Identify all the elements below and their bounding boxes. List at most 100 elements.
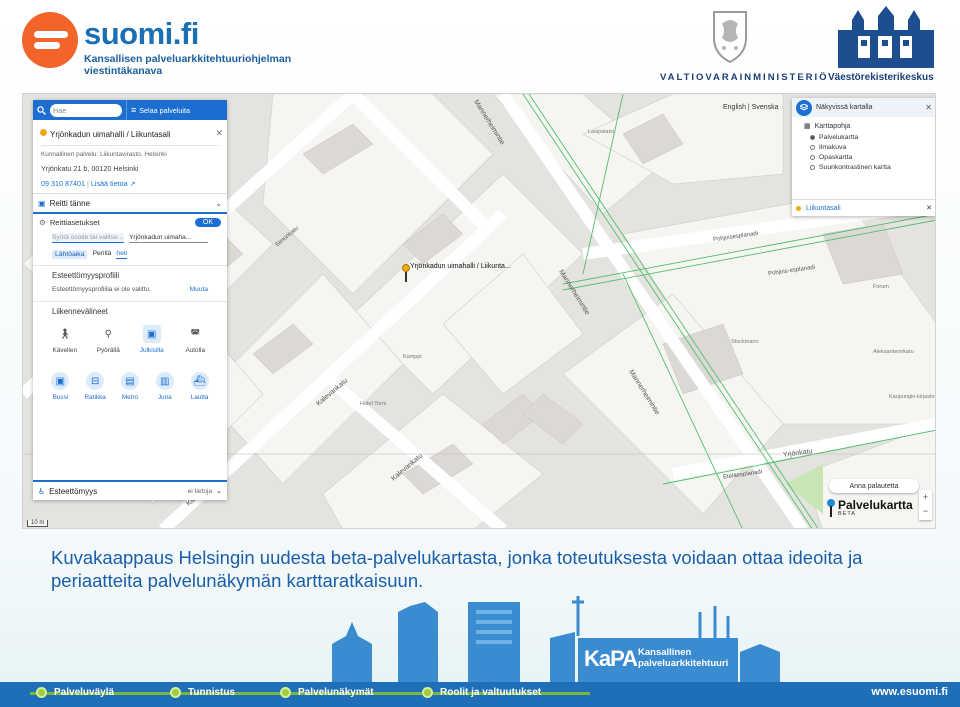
poi-card: Yrjönkadun uimahalli / Liikuntasali ✕ Ku…: [33, 120, 227, 194]
map-marker-label[interactable]: Yrjönkadun uimahalli / Liikunta...: [410, 263, 511, 270]
poi-more-info-link[interactable]: Lisää tietoa: [91, 179, 128, 188]
to-input[interactable]: Yrjönkadun uimaha...: [129, 233, 208, 243]
footer-bar: Palveluväylä Tunnistus Palvelunäkymät Ro…: [0, 682, 960, 707]
map-pin-icon: [827, 499, 835, 517]
layers-header-label: Näkyvissä kartalla: [816, 104, 873, 111]
transit-train[interactable]: ▥ Juna: [149, 372, 181, 401]
footer-dot-icon: [170, 687, 181, 698]
zoom-control: + −: [919, 490, 932, 520]
poi-title: Yrjönkadun uimahalli / Liikuntasali: [50, 130, 171, 139]
vrk-castle-icon: [838, 6, 934, 68]
feedback-button[interactable]: Anna palautetta: [829, 479, 919, 493]
walk-icon: 🚶︎: [58, 328, 72, 340]
search-icon[interactable]: [36, 105, 46, 115]
footer-item-label: Tunnistus: [188, 687, 236, 698]
ferry-icon: ⛴︎: [190, 372, 209, 390]
radio-icon: [810, 165, 815, 170]
map-icon: ▦: [804, 123, 811, 130]
transit-bus[interactable]: ▣ Bussi: [44, 372, 76, 401]
language-switcher[interactable]: English | Svenska: [723, 104, 779, 111]
slide: suomi.fi Kansallisen palveluarkkitehtuur…: [0, 0, 960, 707]
poi-marker-icon: [40, 129, 47, 136]
list-icon: ≡: [131, 105, 137, 115]
poi-address: Yrjönkatu 21 b, 00120 Helsinki: [41, 164, 139, 173]
mode-bike-label: Pyörällä: [96, 347, 120, 354]
route-inputs: Syötä osoite tai valitse... Yrjönkadun u…: [33, 231, 227, 245]
transit-train-label: Juna: [157, 394, 172, 401]
footer-item-palvelunakymat: Palvelunäkymät: [280, 687, 374, 698]
search-input[interactable]: Hae: [50, 103, 122, 117]
kapa-logo-short: KaPA: [584, 646, 638, 671]
arrival-time-option[interactable]: Perillä: [92, 250, 111, 259]
bus-icon: ▣: [142, 325, 161, 343]
accessibility-profile-row: Esteettömyysprofiilia ei ole valittu. Mu…: [33, 283, 227, 301]
close-icon[interactable]: ✕: [925, 103, 932, 112]
map-scale: 10 m: [27, 520, 49, 527]
footer-item-roolit: Roolit ja valtuutukset: [422, 687, 541, 698]
change-profile-link[interactable]: Muuta: [190, 286, 208, 293]
transport-modes: 🚶︎ Kävellen ⚲ Pyörällä ▣ Julkisilla ◚ Autoll…: [33, 319, 227, 358]
brand-name: Palvelukartta: [838, 498, 913, 512]
kapa-logo-text: Kansallinen palveluarkkitehtuuri: [638, 647, 729, 669]
slide-caption: Kuvakaappaus Helsingin uudesta beta-palv…: [51, 547, 863, 591]
active-layer-label: Liikuntasali: [806, 204, 841, 212]
place-label-aleksanterinkatu: Aleksanterinkatu: [873, 349, 914, 355]
place-label-hotel-torni: Hotel Torni: [360, 401, 387, 407]
departure-time-option[interactable]: Lähtöaika: [52, 250, 88, 259]
basemap-option-label: Ilmakuva: [819, 144, 847, 151]
zoom-in-button[interactable]: +: [919, 490, 932, 504]
place-label-lasipalatsi: Lasipalatsi: [588, 129, 614, 135]
basemap-option-label: Opaskartta: [819, 154, 853, 161]
mode-public-transport[interactable]: ▣ Julkisilla: [136, 325, 168, 354]
footer-dot-icon: [36, 687, 47, 698]
map-layers-panel: Näkyvissä kartalla ✕ ▦ Karttapohja Palve…: [792, 98, 935, 216]
basemap-heading: ▦ Karttapohja: [792, 117, 935, 132]
mode-car[interactable]: ◚ Autolla: [179, 325, 211, 355]
close-icon[interactable]: ✕: [215, 128, 223, 139]
accessibility-label: Esteettömyys: [49, 486, 98, 496]
active-layer-row[interactable]: Liikuntasali ✕: [792, 199, 935, 216]
footer-item-label: Palveluväylä: [54, 687, 115, 698]
close-icon[interactable]: ✕: [926, 204, 932, 212]
transit-tram[interactable]: ⊟ Ratikka: [79, 372, 111, 401]
from-input[interactable]: Syötä osoite tai valitse...: [52, 233, 124, 243]
route-header[interactable]: ▣ Reitti tänne ⌄: [33, 194, 227, 214]
basemap-heading-label: Karttapohja: [814, 122, 851, 130]
transit-modes: ▣ Bussi ⊟ Ratikka ▤ Metro ▥ Juna ⛴︎ Lautta: [33, 366, 227, 405]
mode-walk[interactable]: 🚶︎ Kävellen: [49, 325, 81, 355]
tram-icon: ⊟: [86, 372, 105, 390]
transit-metro[interactable]: ▤ Metro: [114, 372, 146, 401]
basemap-option-high-contrast[interactable]: Suurikontrastinen kartta: [792, 162, 935, 172]
accessibility-profile-heading: Esteettömyysprofiili: [33, 265, 227, 283]
transit-tram-label: Ratikka: [84, 394, 106, 401]
footer-dot-icon: [280, 687, 291, 698]
basemap-option-label: Suurikontrastinen kartta: [819, 164, 891, 171]
footer-dot-icon: [422, 687, 433, 698]
poi-phone-link[interactable]: 09 310 87401: [41, 179, 85, 188]
chevron-down-icon: ⌄: [215, 198, 222, 208]
mode-walk-label: Kävellen: [52, 347, 77, 354]
transit-ferry[interactable]: ⛴︎ Lautta: [184, 372, 216, 401]
mode-car-label: Autolla: [185, 347, 206, 354]
zoom-out-button[interactable]: −: [919, 504, 932, 518]
basemap-option-palvelukartta[interactable]: Palvelukartta: [792, 132, 935, 142]
now-option[interactable]: heti: [116, 250, 128, 259]
train-icon: ▥: [155, 372, 174, 390]
ok-button[interactable]: OK: [194, 218, 221, 227]
basemap-option-opaskartta[interactable]: Opaskartta: [792, 152, 935, 162]
route-settings-label: Reittiasetukset: [49, 218, 100, 227]
basemap-option-ilmakuva[interactable]: Ilmakuva: [792, 142, 935, 152]
palvelukartta-screenshot: Mannerheimintie Mannerheimintie Mannerhe…: [22, 93, 936, 529]
car-icon: ◚: [190, 328, 201, 340]
vaestorekisterikeskus-logo: Väestörekisterikeskus: [828, 2, 943, 84]
transit-ferry-label: Lautta: [190, 394, 209, 401]
layers-icon[interactable]: [796, 99, 812, 116]
lion-crest-icon: [713, 11, 747, 64]
accessibility-header[interactable]: ♿︎ Esteettömyys ei tietoja ⌄: [33, 480, 227, 500]
place-label-forum: Forum: [873, 284, 889, 290]
browse-services-button[interactable]: ≡ Selaa palveluita: [126, 100, 190, 120]
search-bar: Hae ≡ Selaa palveluita: [33, 100, 227, 120]
poi-contact: 09 310 87401 | Lisää tietoa ↗: [41, 179, 136, 188]
marker-pin-icon: [402, 264, 410, 272]
mode-bike[interactable]: ⚲ Pyörällä: [92, 325, 124, 355]
